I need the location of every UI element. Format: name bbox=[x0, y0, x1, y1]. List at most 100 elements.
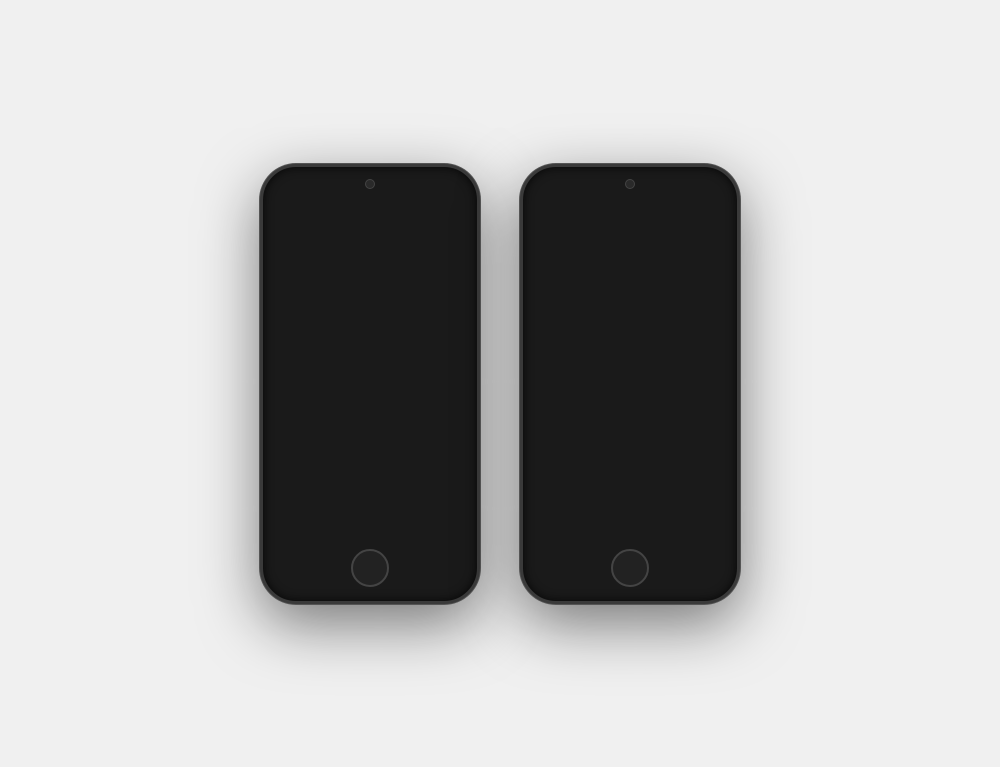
library-item-1[interactable]: SWITCHFOOT Where The Light Shines Throug… bbox=[528, 311, 732, 352]
thumb-label-1: SWITCHFOOT bbox=[540, 316, 570, 332]
podcasts-label: Podcasts & Videos bbox=[566, 271, 641, 281]
dot2 bbox=[283, 200, 287, 204]
download-circle-icon-6: ↓ bbox=[280, 486, 288, 494]
recently-label: Recently played bbox=[540, 298, 601, 307]
avatar-image bbox=[540, 217, 558, 235]
library-item-5[interactable]: The Reckoning Album • by NEEDTOBREATHE › bbox=[528, 475, 732, 516]
song-subtitle-6: ↓ Rhiannon Giddens • Factory Girl bbox=[280, 486, 445, 495]
downloading-row: Downloading... bbox=[268, 280, 472, 309]
album-thumb-6: CROSSFITPOP bbox=[540, 521, 570, 544]
library-item-4[interactable]: DiscoverWeekly Discover Weekly Playlist … bbox=[528, 434, 732, 475]
song-item-3[interactable]: That Lonesome Road ↓ Rhiannon Giddens • … bbox=[268, 373, 472, 405]
signal-dots bbox=[278, 200, 297, 204]
phone-2-screen: T-Mobile Wi-Fi 📶 8:00 AM ⊕ ✱ YOUR LIBRAR… bbox=[528, 194, 732, 544]
download-circle-icon-2: ↓ bbox=[280, 358, 288, 366]
song-item-6[interactable]: Underneath the Harlem Moon ↓ Rhiannon Gi… bbox=[268, 469, 472, 501]
wifi-icon: 📶 bbox=[358, 198, 368, 207]
more-dots-2[interactable]: ··· bbox=[445, 349, 460, 363]
lib-title-1: Where The Light Shines Through (Deluxe E… bbox=[576, 317, 717, 335]
dot2-2 bbox=[543, 200, 547, 204]
lib-sub-5: Album • by NEEDTOBREATHE bbox=[576, 497, 673, 504]
library-item-2[interactable]: Switchfoot Artist › bbox=[528, 352, 732, 393]
more-dots-4[interactable]: ··· bbox=[445, 413, 460, 427]
shuffle-play-label: SHUFFLE PLAY bbox=[341, 253, 413, 262]
library-item-left-4: DiscoverWeekly Discover Weekly Playlist … bbox=[540, 439, 635, 469]
library-info-2: Switchfoot Artist bbox=[576, 363, 613, 381]
download-toggle[interactable] bbox=[432, 286, 460, 302]
time-label: 8:00 AM bbox=[382, 198, 412, 207]
library-title: YOUR LIBRARY bbox=[590, 220, 678, 231]
edit-button[interactable]: Edit bbox=[706, 298, 720, 307]
back-button[interactable]: < bbox=[278, 214, 286, 230]
song-item-5[interactable]: Moonshiner's Daughter ↓ Rhiannon Giddens… bbox=[268, 437, 472, 469]
lib-sub-3: Playlist • by Allman Brown bbox=[576, 415, 661, 422]
song-subtitle-7: ↓ Rhiannon Giddens • Factory Girl bbox=[280, 518, 445, 527]
item-chevron-3: › bbox=[717, 407, 720, 418]
song-subtitle-3: ↓ Rhiannon Giddens • Factory Girl bbox=[280, 390, 445, 399]
lib-sub-6: Playlist • by Topsify US bbox=[576, 538, 647, 544]
library-item-6[interactable]: CROSSFITPOP CrossFit Pop Playlist • by T… bbox=[528, 516, 732, 544]
song-info-1: Freedom Highway ↓ Rhiannon Giddens • Fre… bbox=[280, 314, 445, 335]
dot4 bbox=[293, 200, 297, 204]
dot1 bbox=[278, 200, 282, 204]
dot3-2 bbox=[548, 200, 552, 204]
song-subtitle-2: ↓ Rhiannon Giddens • At the Purchaser's … bbox=[280, 358, 445, 367]
more-dots-5[interactable]: ··· bbox=[445, 445, 460, 459]
podcasts-chevron-icon: › bbox=[717, 270, 720, 281]
user-avatar[interactable] bbox=[540, 217, 558, 235]
lib-sub-1: Album • by Switchfoot bbox=[576, 337, 717, 344]
song-info-4: Mouth Music ↓ Rhiannon Giddens • Factory… bbox=[280, 410, 445, 431]
song-title-1: Freedom Highway bbox=[280, 314, 445, 324]
item-chevron-4: › bbox=[717, 448, 720, 459]
phone-1-screen: T-Mobile Wi-Fi 📶 8:00 AM ⊕ ✱ < SONGS SHU… bbox=[268, 194, 472, 544]
progress-bar-fill bbox=[540, 254, 707, 256]
status-bar-2: T-Mobile Wi-Fi 📶 8:00 AM ⊕ ✱ bbox=[528, 194, 732, 211]
song-subtitle-5: ↓ Rhiannon Giddens • Factory Girl bbox=[280, 454, 445, 463]
download-circle-icon-5: ↓ bbox=[280, 454, 288, 462]
gear-icon[interactable]: ⚙ bbox=[709, 219, 720, 233]
song-title-2: At the Purchaser's Option bbox=[280, 346, 445, 356]
song-title-3: That Lonesome Road bbox=[280, 378, 445, 388]
thumb-label-6: CROSSFITPOP bbox=[540, 521, 570, 541]
song-title-4: Mouth Music bbox=[280, 410, 445, 420]
dot1-2 bbox=[538, 200, 542, 204]
library-list: SWITCHFOOT Where The Light Shines Throug… bbox=[528, 311, 732, 544]
song-subtitle-1: ↓ Rhiannon Giddens • Freedom Highway bbox=[280, 326, 445, 335]
lib-title-4: Discover Weekly bbox=[576, 445, 635, 454]
podcasts-row[interactable]: ((·)) Podcasts & Videos › bbox=[528, 262, 732, 291]
battery-fill bbox=[448, 200, 459, 204]
download-circle-icon-4: ↓ bbox=[280, 422, 288, 430]
song-item-4[interactable]: Mouth Music ↓ Rhiannon Giddens • Factory… bbox=[268, 405, 472, 437]
lib-title-3: Complete Allman Brown bbox=[576, 404, 661, 413]
podcast-icon: ((·)) bbox=[540, 269, 560, 283]
library-item-3[interactable]: Complete Allman Brown Playlist • by Allm… bbox=[528, 393, 732, 434]
song-item-7[interactable]: Factory Girl ↓ Rhiannon Giddens • Factor… bbox=[268, 501, 472, 533]
battery-icon-2 bbox=[706, 198, 722, 206]
settings-icon: ⊕ bbox=[427, 198, 434, 207]
thumb-label-4: DiscoverWeekly bbox=[545, 447, 566, 461]
signal-dots-2 bbox=[538, 200, 557, 204]
library-info-6: CrossFit Pop Playlist • by Topsify US bbox=[576, 527, 647, 544]
play-button-1[interactable] bbox=[442, 539, 462, 544]
more-dots-3[interactable]: ··· bbox=[445, 381, 460, 395]
now-playing-left-1: ∧ I Won't Let You Go • Switchfoot Device… bbox=[278, 541, 394, 544]
lib-title-6: CrossFit Pop bbox=[576, 527, 647, 536]
album-thumb-3 bbox=[540, 398, 570, 428]
carrier-label: T-Mobile Wi-Fi bbox=[302, 198, 356, 207]
song-item-1[interactable]: Freedom Highway ↓ Rhiannon Giddens • Fre… bbox=[268, 309, 472, 341]
song-item-2[interactable]: At the Purchaser's Option ↓ Rhiannon Gid… bbox=[268, 341, 472, 373]
lib-title-5: The Reckoning bbox=[576, 486, 673, 495]
now-playing-bar-1[interactable]: ∧ I Won't Let You Go • Switchfoot Device… bbox=[268, 533, 472, 544]
shuffle-play-button[interactable]: SHUFFLE PLAY bbox=[300, 246, 440, 270]
song-info-3: That Lonesome Road ↓ Rhiannon Giddens • … bbox=[280, 378, 445, 399]
more-dots-7[interactable]: ··· bbox=[445, 509, 460, 523]
more-dots-6[interactable]: ··· bbox=[445, 477, 460, 491]
library-item-left-6: CROSSFITPOP CrossFit Pop Playlist • by T… bbox=[540, 521, 647, 544]
album-thumb-2 bbox=[540, 357, 570, 387]
dot4-2 bbox=[553, 200, 557, 204]
download-count: 1815 OF 1957 bbox=[675, 243, 720, 250]
download-circle-icon-3: ↓ bbox=[280, 390, 288, 398]
more-dots-1[interactable]: ··· bbox=[445, 317, 460, 331]
carrier-label-2: T-Mobile Wi-Fi bbox=[562, 198, 616, 207]
song-title-6: Underneath the Harlem Moon bbox=[280, 474, 445, 484]
